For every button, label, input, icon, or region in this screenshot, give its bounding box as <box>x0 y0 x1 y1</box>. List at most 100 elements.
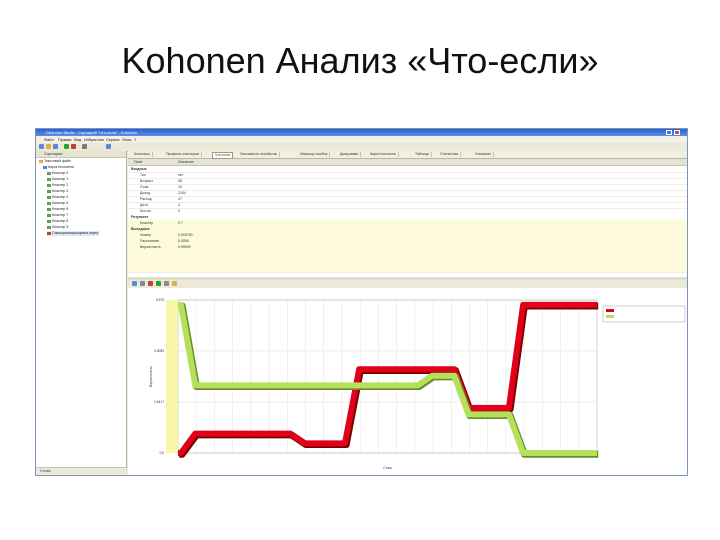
app-window: Deductor Studio - Сценарий "Что-если" - … <box>35 128 688 476</box>
run-icon[interactable] <box>64 144 69 149</box>
tab-significance[interactable]: Значимость атрибутов <box>238 152 280 157</box>
y-tick-label: 0,5 <box>160 451 165 455</box>
y-tick-label: 0,8083 <box>154 349 164 353</box>
map-icon <box>47 231 51 235</box>
tree-item[interactable]: Кластер 9 <box>47 225 68 230</box>
tree-item[interactable]: Текстовый файл <box>39 159 71 164</box>
cluster-icon <box>47 219 51 223</box>
tab-description[interactable]: Описание <box>473 152 495 157</box>
x-axis-label: Стаж <box>383 466 392 470</box>
x-tick-label: · <box>341 456 342 460</box>
slide-title: Kohonen Анализ «Что-если» <box>121 40 599 81</box>
y-tick-label: 0,6417 <box>154 400 164 404</box>
stop-icon[interactable] <box>71 144 76 149</box>
series-icon[interactable] <box>148 281 153 286</box>
x-tick-label: · <box>433 456 434 460</box>
cluster-icon <box>47 201 51 205</box>
y-axis-band <box>166 300 178 453</box>
x-tick-label: · <box>396 456 397 460</box>
tree-item[interactable]: Кластер 7 <box>47 213 68 218</box>
what-if-chart: · · · · · · · · · · · · · · · · · · · · · · · ·0,9750,80830,641… <box>149 298 686 470</box>
x-tick-label: · <box>287 456 288 460</box>
window-title: Deductor Studio - Сценарий "Что-если" - … <box>46 130 138 135</box>
chart-panel: · · · · · · · · · · · · · · · · · · · · · · · · 0,975 0,8083 0,641… <box>128 288 687 475</box>
tree-item[interactable]: Кластер 8 <box>47 219 68 224</box>
zoom-icon[interactable] <box>140 281 145 286</box>
tab-table[interactable]: Таблица <box>413 152 432 157</box>
cluster-icon <box>47 213 51 217</box>
cluster-icon <box>47 207 51 211</box>
tree-item[interactable]: Кластер 0 <box>47 171 68 176</box>
tree-header: Сценарии <box>36 151 126 158</box>
tab-diagram[interactable]: Диаграмма <box>338 152 362 157</box>
cluster-icon <box>47 171 51 175</box>
tree-item[interactable]: Кластер 1 <box>47 177 68 182</box>
new-icon[interactable] <box>39 144 44 149</box>
legend-swatch <box>606 315 614 318</box>
legend-swatch <box>606 309 614 312</box>
tab-kohonen-map[interactable]: Карта Кохонена <box>368 152 399 157</box>
tab-error-matrix[interactable]: Матрица ошибок <box>298 152 331 157</box>
column-field: Поле <box>134 160 143 164</box>
chart-type-icon[interactable] <box>132 281 137 286</box>
tab-profiles[interactable]: Профили кластеров <box>164 152 202 157</box>
x-tick-label: · <box>214 456 215 460</box>
menu-edit[interactable]: Правка <box>58 137 72 142</box>
print-icon[interactable] <box>164 281 169 286</box>
menu-windows[interactable]: Окна <box>122 137 131 142</box>
tree-item[interactable]: Кластер 5 <box>47 201 68 206</box>
status-bar: Готово <box>36 467 128 475</box>
column-value: Значение <box>178 160 194 164</box>
x-tick-label: · <box>305 456 306 460</box>
tree-item[interactable]: Кластер 2 <box>47 183 68 188</box>
cluster-icon <box>47 177 51 181</box>
save-icon[interactable] <box>53 144 58 149</box>
tab-what-if[interactable]: Что-если <box>212 152 233 159</box>
tab-bar: Кластеры Профили кластеров Что-если Знач… <box>128 151 687 159</box>
x-tick-label: · <box>232 456 233 460</box>
x-tick-label: · <box>196 456 197 460</box>
x-tick-label: · <box>414 456 415 460</box>
x-tick-label: · <box>487 456 488 460</box>
x-tick-label: · <box>178 456 179 460</box>
scenario-tree: Сценарии Текстовый файл Карта Кохонена К… <box>36 151 127 475</box>
menu-help[interactable]: ? <box>134 137 136 142</box>
what-if-table: Поле Значение Входные Тип нет Возраст 38 С… <box>128 159 687 277</box>
x-tick-label: · <box>269 456 270 460</box>
y-tick-label: 0,975 <box>156 298 164 302</box>
tab-statistics[interactable]: Статистика <box>438 152 462 157</box>
y-axis-label: Вероятность <box>149 366 153 387</box>
plot-area <box>177 299 598 454</box>
cluster-icon <box>47 189 51 193</box>
tree-item[interactable]: Карта Кохонена <box>43 165 74 170</box>
x-tick-label: · <box>451 456 452 460</box>
menu-favorites[interactable]: Избранное <box>84 137 104 142</box>
close-icon[interactable] <box>674 130 680 135</box>
tree-item-selected[interactable]: Самоорганизующиеся карты <box>47 231 99 236</box>
legend-icon[interactable] <box>156 281 161 286</box>
minimize-icon[interactable] <box>666 130 672 135</box>
legend-box <box>602 305 686 323</box>
cluster-icon <box>47 183 51 187</box>
table-fill <box>128 250 687 273</box>
menu-file[interactable]: Файл <box>44 137 54 142</box>
cluster-icon <box>47 225 51 229</box>
title-bar: Deductor Studio - Сценарий "Что-если" - … <box>36 129 687 136</box>
table-header: Поле Значение <box>128 159 687 166</box>
x-tick-label: · <box>378 456 379 460</box>
x-tick-label: · <box>469 456 470 460</box>
tree-item[interactable]: Кластер 6 <box>47 207 68 212</box>
menu-tools[interactable]: Сервис <box>106 137 120 142</box>
tree-item[interactable]: Кластер 4 <box>47 195 68 200</box>
tree-item[interactable]: Кластер 3 <box>47 189 68 194</box>
settings-icon[interactable] <box>82 144 87 149</box>
menu-view[interactable]: Вид <box>74 137 81 142</box>
open-icon[interactable] <box>46 144 51 149</box>
filter-icon[interactable] <box>106 144 111 149</box>
x-tick-label: · <box>505 456 506 460</box>
tab-clusters[interactable]: Кластеры <box>132 152 153 157</box>
cluster-icon <box>47 195 51 199</box>
x-tick-label: · <box>323 456 324 460</box>
export-icon[interactable] <box>172 281 177 286</box>
x-tick-label: · <box>360 456 361 460</box>
